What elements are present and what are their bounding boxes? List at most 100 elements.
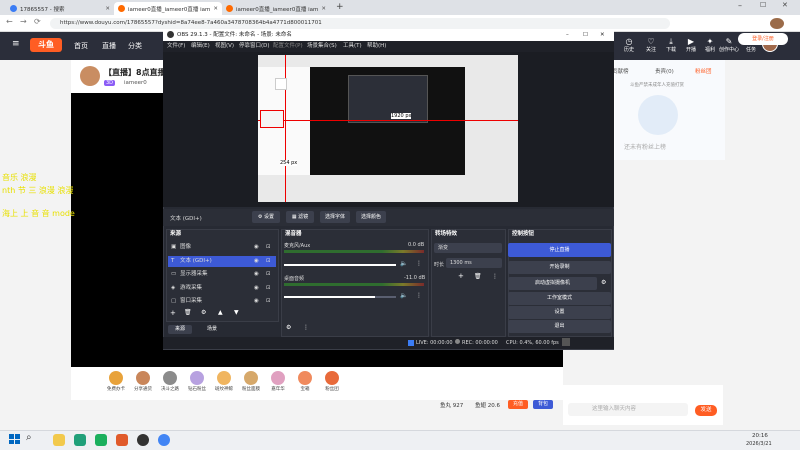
source-settings-button[interactable]: ⚙ 设置 — [252, 211, 280, 223]
visibility-eye-icon[interactable]: ◉ — [254, 283, 259, 294]
gift-item[interactable]: 粉丝团 — [320, 371, 344, 392]
minimize-button[interactable]: – — [738, 1, 742, 10]
duration-input[interactable]: 1300 ms — [446, 258, 502, 268]
settings-button[interactable]: 设置 — [508, 306, 611, 319]
menu-docks[interactable]: 停靠窗口(D) — [239, 41, 270, 52]
lock-icon[interactable]: ⊡ — [266, 296, 271, 307]
menu-help[interactable]: 帮助(H) — [367, 41, 386, 52]
lock-icon[interactable]: ⊡ — [266, 283, 271, 294]
profile-avatar[interactable] — [770, 18, 784, 29]
more-icon[interactable]: ⋮ — [492, 273, 498, 280]
chat-input[interactable]: 这里输入聊天内容 — [568, 403, 688, 416]
lock-icon[interactable]: ⊡ — [266, 256, 271, 267]
app-icon[interactable] — [95, 434, 107, 446]
back-icon[interactable]: ← — [6, 17, 13, 26]
lock-icon[interactable]: ⊡ — [266, 269, 271, 280]
browser-tab[interactable]: iameer0直播_iameer0直播 iam ✕ — [222, 2, 330, 15]
gear-icon[interactable]: ⚙ — [201, 309, 206, 316]
streamer-avatar[interactable] — [80, 66, 100, 86]
source-filters-button[interactable]: ▦ 滤镜 — [286, 211, 314, 223]
nav-home[interactable]: 首页 — [74, 41, 88, 51]
tab-sources[interactable]: 来源 — [168, 325, 192, 334]
source-row[interactable]: T 文本 (GDI+) ◉ ⊡ — [168, 255, 276, 267]
more-icon[interactable]: ⋮ — [303, 324, 309, 331]
maximize-button[interactable]: ☐ — [760, 1, 766, 9]
app-icon[interactable] — [74, 434, 86, 446]
app-icon[interactable] — [116, 434, 128, 446]
recharge-button[interactable]: 充值 — [508, 400, 528, 409]
menu-file[interactable]: 文件(F) — [167, 41, 185, 52]
select-color-button[interactable]: 选择颜色 — [356, 211, 386, 223]
visibility-eye-icon[interactable]: ◉ — [254, 256, 259, 267]
selected-source-box[interactable] — [260, 110, 284, 128]
search-icon[interactable]: ⌕ — [26, 432, 32, 443]
browser-tab[interactable]: 17865557 - 搜索 ✕ — [6, 2, 114, 15]
close-icon[interactable]: ✕ — [321, 6, 326, 12]
reload-icon[interactable]: ⟳ — [34, 17, 41, 26]
browser-tab-active[interactable]: iameer0直播_iameer0直播 iam ✕ — [114, 2, 222, 15]
transition-select[interactable]: 渐变 — [434, 243, 502, 253]
start-recording-button[interactable]: 开始录制 — [508, 261, 611, 274]
close-icon[interactable]: ✕ — [105, 6, 110, 12]
tab-scenes[interactable]: 场景 — [200, 325, 224, 334]
source-row[interactable]: ▣ 图像 ◉ ⊡ — [168, 242, 276, 253]
menu-edit[interactable]: 编辑(E) — [191, 41, 210, 52]
source-row[interactable]: ◈ 游戏采集 ◉ ⊡ — [168, 283, 276, 294]
visibility-eye-icon[interactable]: ◉ — [254, 296, 259, 307]
close-icon[interactable]: ✕ — [213, 6, 218, 12]
lock-icon[interactable]: ⊡ — [266, 242, 271, 253]
exit-button[interactable]: 退出 — [508, 320, 611, 333]
gift-item[interactable]: 钻石粉丝 — [185, 371, 209, 392]
gift-item[interactable]: 斑纹神鲸 — [212, 371, 236, 392]
close-window-button[interactable]: ✕ — [600, 30, 605, 41]
tab-vip[interactable]: 贵宾(0) — [655, 67, 674, 75]
nav-live[interactable]: 直播 — [102, 41, 116, 51]
send-button[interactable]: 发送 — [695, 405, 717, 416]
gift-item[interactable]: 决斗之路 — [158, 371, 182, 392]
gift-item[interactable]: 分享通货 — [131, 371, 155, 392]
url-input[interactable]: https://www.douyu.com/17865557?dyshid=8a… — [50, 18, 670, 29]
gift-item[interactable]: 免费办卡 — [104, 371, 128, 392]
forward-icon[interactable]: → — [20, 17, 27, 26]
obs-preview-canvas[interactable] — [258, 55, 518, 202]
more-icon[interactable]: ⋮ — [416, 260, 422, 267]
streamer-name[interactable]: iameer0 — [124, 80, 147, 86]
gift-item[interactable]: 嘉年华 — [266, 371, 290, 392]
login-button[interactable]: 登录/注册 — [738, 33, 788, 45]
menu-icon[interactable]: ≡ — [12, 39, 20, 49]
select-font-button[interactable]: 选择字体 — [320, 211, 350, 223]
maximize-button[interactable]: ☐ — [583, 30, 588, 41]
menu-profile[interactable]: 配置文件(P) — [273, 41, 303, 52]
menu-view[interactable]: 视图(V) — [215, 41, 234, 52]
virtual-camera-button[interactable]: 启动虚拟摄像机 — [508, 277, 597, 290]
douyu-logo[interactable]: 斗鱼 — [30, 38, 62, 52]
trash-icon[interactable]: 🗑 — [184, 309, 192, 316]
menu-scene-collection[interactable]: 场景集合(S) — [307, 41, 337, 52]
bag-button[interactable]: 背包 — [533, 400, 553, 409]
file-explorer-icon[interactable] — [53, 434, 65, 446]
speaker-icon[interactable]: 🔈 — [400, 292, 407, 299]
obs-taskbar-icon[interactable] — [137, 434, 149, 446]
tab-contribution[interactable]: 贡献榜 — [612, 67, 629, 75]
visibility-eye-icon[interactable]: ◉ — [254, 242, 259, 253]
gift-item[interactable]: 宝箱 — [293, 371, 317, 392]
add-source-button[interactable]: + — [170, 309, 176, 317]
new-tab-button[interactable]: + — [336, 2, 344, 12]
visibility-eye-icon[interactable]: ◉ — [254, 269, 259, 280]
speaker-icon[interactable]: 🔈 — [400, 260, 407, 267]
tab-fans[interactable]: 粉丝团 — [695, 67, 712, 75]
move-up-icon[interactable]: ▲ — [218, 309, 223, 316]
source-row[interactable]: ▢ 窗口采集 ◉ ⊡ — [168, 296, 276, 307]
gift-item[interactable]: 粉丝面膜 — [239, 371, 263, 392]
menu-tools[interactable]: 工具(T) — [343, 41, 362, 52]
close-window-button[interactable]: ✕ — [782, 1, 788, 9]
more-icon[interactable]: ⋮ — [416, 292, 422, 299]
source-row[interactable]: ▭ 显示器采集 ◉ ⊡ — [168, 269, 276, 280]
stop-streaming-button[interactable]: 停止直播 — [508, 243, 611, 257]
mixer-settings-icon[interactable]: ⚙ — [286, 324, 291, 331]
studio-mode-button[interactable]: 工作室模式 — [508, 292, 611, 305]
windows-start-icon[interactable] — [9, 434, 20, 444]
trash-icon[interactable]: 🗑 — [474, 273, 482, 280]
add-transition-button[interactable]: + — [458, 272, 464, 280]
browser-taskbar-icon[interactable] — [158, 434, 170, 446]
